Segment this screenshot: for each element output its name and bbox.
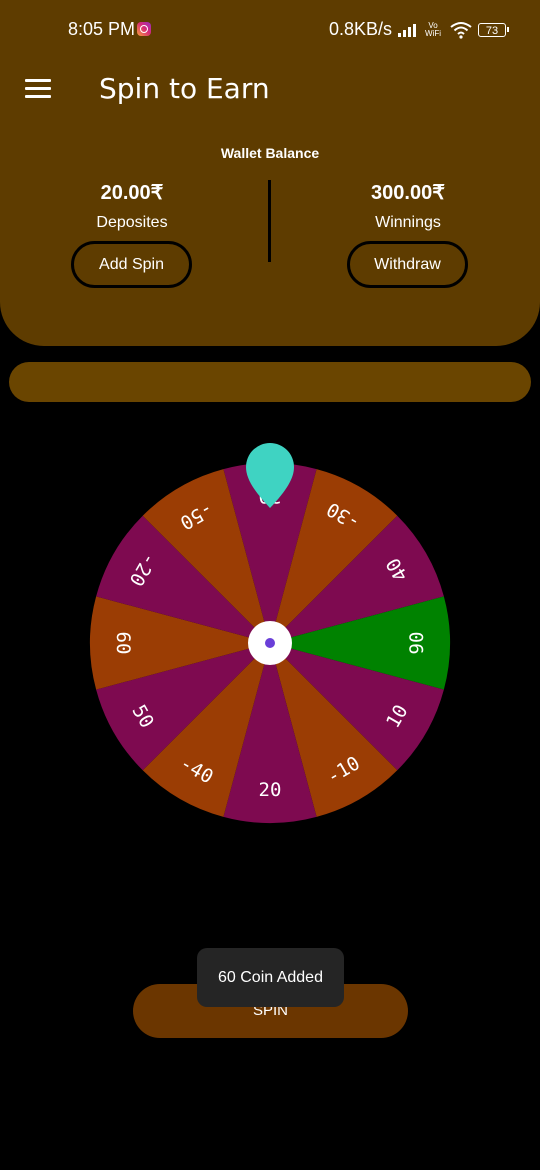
battery-icon: 73 (478, 22, 509, 37)
wallet-balance-title: Wallet Balance (220, 145, 320, 161)
wifi-label: WiFi (425, 28, 441, 38)
header-panel: 8:05 PM 0.8KB/s Vo WiFi 73 Spin to Earn … (0, 0, 540, 346)
deposits-label: Deposites (96, 214, 168, 231)
signal-strength-icon (398, 23, 416, 37)
add-spin-button[interactable]: Add Spin (71, 241, 192, 288)
vowifi-icon: Vo WiFi (422, 21, 444, 38)
deposits-amount: 20.00₹ (100, 182, 164, 204)
spin-wheel[interactable]: 30-30409010-1020-405060-20-50 (70, 440, 470, 840)
wheel-segment-label: 60 (112, 632, 134, 655)
instagram-notification-icon (137, 22, 151, 36)
deposits-column: 20.00₹ Deposites (52, 180, 212, 232)
wifi-icon (450, 21, 472, 39)
toast-message: 60 Coin Added (197, 948, 344, 1007)
winnings-column: 300.00₹ Winnings (328, 180, 488, 232)
wallet-divider (268, 180, 271, 262)
status-bar-right: 0.8KB/s Vo WiFi 73 (328, 19, 509, 40)
network-speed: 0.8KB/s (328, 19, 392, 39)
winnings-label: Winnings (375, 214, 441, 231)
progress-bar (9, 362, 531, 402)
wheel-segment-label: 90 (406, 632, 428, 655)
wheel-segment-label: 20 (259, 779, 282, 801)
app-screen: 8:05 PM 0.8KB/s Vo WiFi 73 Spin to Earn … (0, 0, 540, 1170)
hamburger-menu-icon[interactable] (25, 79, 51, 99)
status-time: 8:05 PM (68, 19, 136, 39)
app-title: Spin to Earn (99, 72, 270, 105)
battery-level: 73 (485, 24, 499, 37)
withdraw-button[interactable]: Withdraw (347, 241, 468, 288)
winnings-amount: 300.00₹ (371, 182, 445, 204)
wheel-hub-dot (265, 638, 275, 648)
